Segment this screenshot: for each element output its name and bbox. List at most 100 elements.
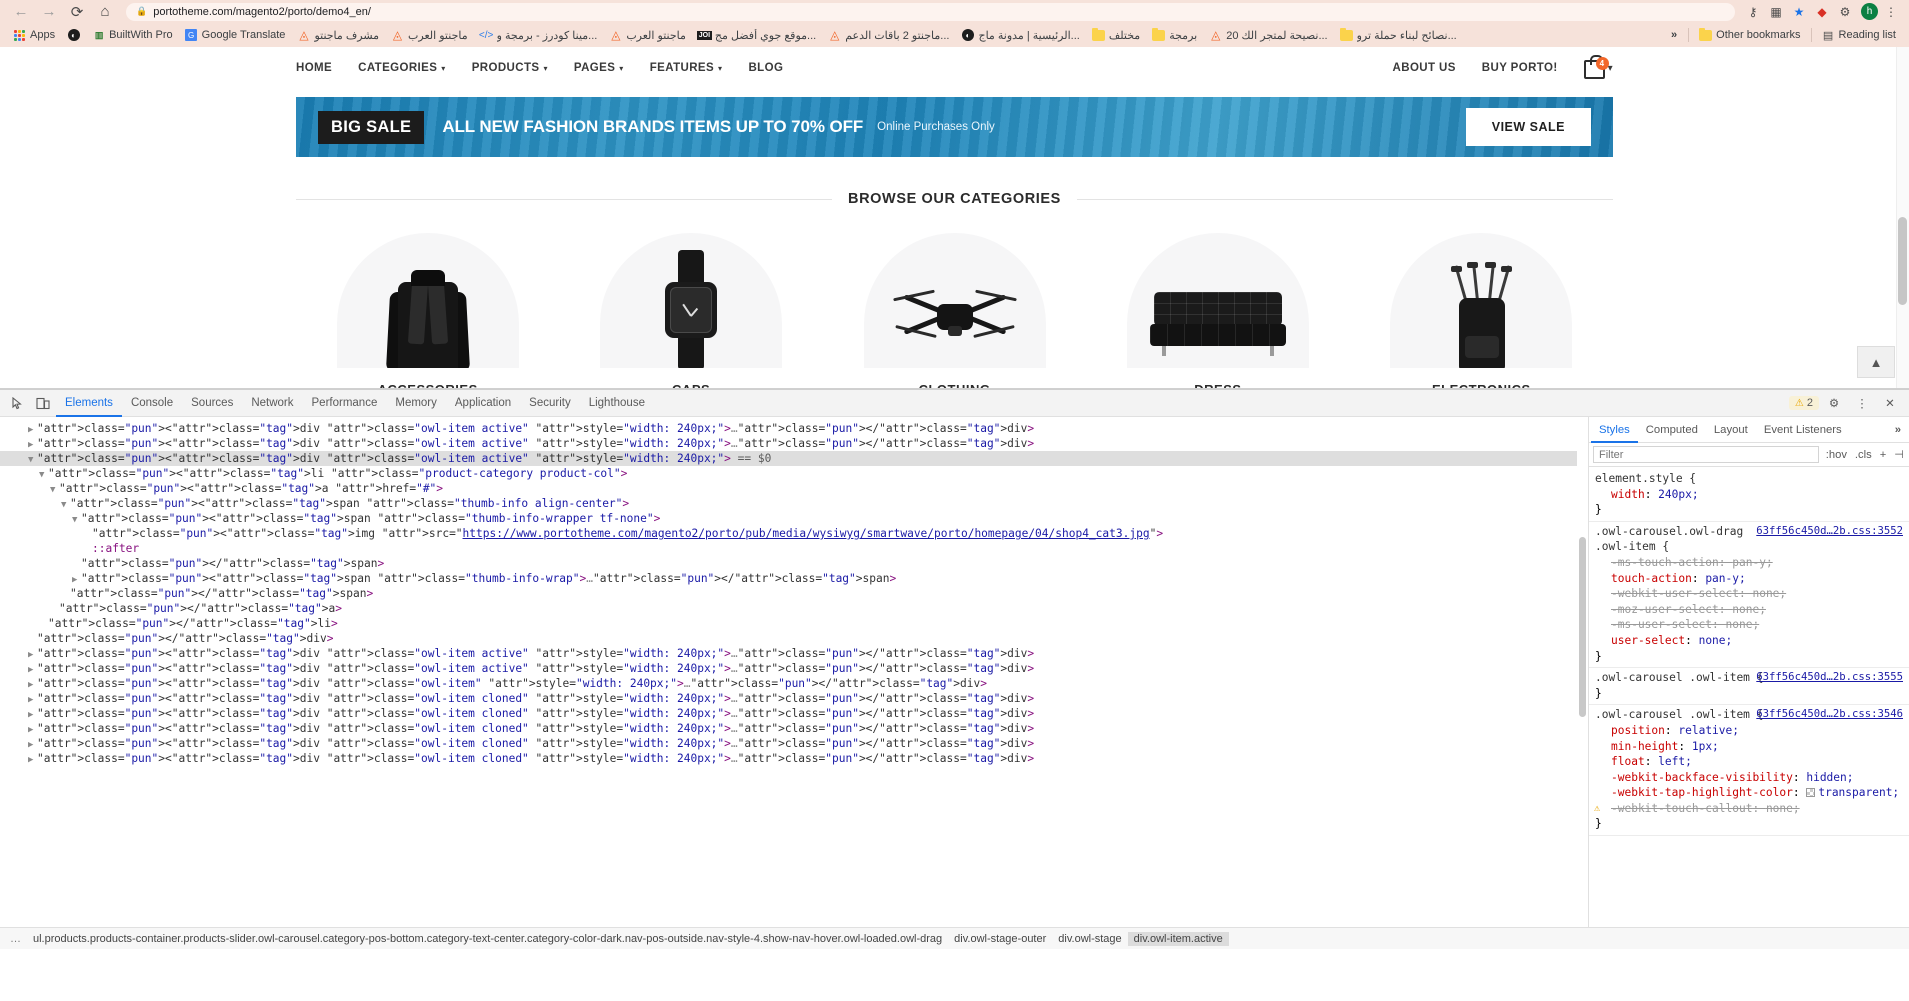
bookmark-folder-barmaga[interactable]: برمجة [1146, 27, 1203, 43]
scrollbar-thumb[interactable] [1898, 217, 1907, 305]
bookmark-mena-coders[interactable]: </> مينا كودرز - برمجة و... [474, 28, 604, 43]
dom-node-line[interactable]: ▶ "attr">class="pun"><"attr">class="tag">… [0, 421, 1588, 436]
bookmark-folder-mokhtalef[interactable]: مختلف [1086, 27, 1146, 43]
bookmark-magento-admin[interactable]: ◬ مشرف ماجنتو [291, 28, 385, 43]
category-item-accessories[interactable]: ACCESSORIES 3 PRODUCTS [296, 233, 559, 388]
style-selector[interactable]: element.style { [1589, 471, 1909, 487]
devtools-tab-lighthouse[interactable]: Lighthouse [580, 390, 654, 417]
avatar[interactable]: h [1861, 3, 1878, 20]
style-declaration[interactable]: -webkit-backface-visibility: hidden; [1589, 770, 1909, 786]
device-toolbar-icon[interactable] [30, 392, 56, 414]
styles-tab-layout[interactable]: Layout [1706, 417, 1756, 443]
dom-node-line[interactable]: ▼ "attr">class="pun"><"attr">class="tag">… [0, 511, 1588, 526]
dom-scrollbar[interactable] [1577, 417, 1588, 927]
dom-node-line[interactable]: "attr">class="pun"></"attr">class="tag">… [0, 556, 1588, 571]
dom-node-line[interactable]: ▶ "attr">class="pun"><"attr">class="tag">… [0, 691, 1588, 706]
bookmark-globe-1[interactable]: ◐ [61, 28, 86, 43]
nav-item-features[interactable]: FEATURES ▾ [650, 62, 723, 74]
devtools-tab-memory[interactable]: Memory [386, 390, 446, 417]
nav-item-categories[interactable]: CATEGORIES ▾ [358, 62, 446, 74]
bookmark-campaign-tips[interactable]: نصائح لبناء حملة ترو... [1334, 27, 1463, 43]
bookmark-google-translate[interactable]: G Google Translate [179, 28, 292, 43]
other-bookmarks-folder[interactable]: Other bookmarks [1693, 27, 1806, 43]
dom-node-line[interactable]: ▼ "attr">class="pun"><"attr">class="tag">… [0, 496, 1588, 511]
style-source-link[interactable]: 63ff56c450d…2b.css:3555 [1756, 670, 1903, 686]
forward-icon[interactable]: → [36, 2, 62, 22]
dom-node-line[interactable]: ▶ "attr">class="pun"><"attr">class="tag">… [0, 736, 1588, 751]
back-to-top-button[interactable]: ▲ [1857, 346, 1895, 378]
computed-sidebar-toggle-icon[interactable]: ⊣ [1893, 448, 1905, 461]
breadcrumb-overflow-icon[interactable]: … [4, 933, 27, 945]
styles-tab-event-listeners[interactable]: Event Listeners [1756, 417, 1850, 443]
styles-tab-styles[interactable]: Styles [1591, 417, 1638, 443]
reload-icon[interactable]: ⟳ [64, 2, 90, 22]
style-declaration[interactable]: -ms-touch-action: pan-y; [1589, 555, 1909, 571]
category-item-electronics[interactable]: ELECTRONICS 2 PRODUCTS [1350, 233, 1613, 388]
cart-button[interactable]: 4 ▾ [1583, 55, 1613, 79]
nav-item-about-us[interactable]: ABOUT US [1393, 62, 1456, 74]
bookmark-builtwith[interactable]: ▥ BuiltWith Pro [86, 28, 179, 43]
dom-node-line[interactable]: ▼ "attr">class="pun"><"attr">class="tag">… [0, 466, 1588, 481]
style-declaration[interactable]: position: relative; [1589, 723, 1909, 739]
devtools-tab-performance[interactable]: Performance [303, 390, 387, 417]
dom-node-line[interactable]: ▶ "attr">class="pun"><"attr">class="tag">… [0, 571, 1588, 586]
qr-code-icon[interactable]: ▦ [1766, 3, 1786, 21]
style-rule[interactable]: 63ff56c450d…2b.css:3555 .owl-carousel .ow… [1589, 668, 1909, 706]
dom-node-line[interactable]: ▶ "attr">class="pun"><"attr">class="tag">… [0, 436, 1588, 451]
style-rule[interactable]: element.style {width: 240px;} [1589, 469, 1909, 522]
dom-tree-pane[interactable]: ▶ "attr">class="pun"><"attr">class="tag">… [0, 417, 1589, 927]
style-declaration[interactable]: ⚠ -webkit-touch-callout: none; [1589, 801, 1909, 817]
bookmark-magento-support[interactable]: ◬ ماجنتو 2 باقات الدعم... [822, 28, 955, 43]
style-declaration[interactable]: -webkit-user-select: none; [1589, 586, 1909, 602]
dom-node-line[interactable]: "attr">class="pun"></"attr">class="tag">… [0, 631, 1588, 646]
category-item-dress[interactable]: DRESS 4 PRODUCTS [1086, 233, 1349, 388]
bookmarks-overflow-icon[interactable]: » [1664, 29, 1684, 41]
menu-icon[interactable]: ⋮ [1881, 3, 1901, 21]
extension-icon[interactable]: ◆ [1812, 3, 1832, 21]
nav-item-home[interactable]: HOME [296, 62, 332, 74]
styles-filter-input[interactable] [1593, 446, 1819, 463]
dom-node-line[interactable]: ▼ "attr">class="pun"><"attr">class="tag">… [0, 481, 1588, 496]
force-state-button[interactable]: :hov [1825, 449, 1848, 461]
dom-node-line[interactable]: ▶ "attr">class="pun"><"attr">class="tag">… [0, 646, 1588, 661]
devtools-close-icon[interactable]: ✕ [1877, 392, 1903, 414]
dom-node-line[interactable]: "attr">class="pun"><"attr">class="tag">i… [0, 526, 1588, 541]
style-declaration[interactable]: -webkit-tap-highlight-color: transparent… [1589, 785, 1909, 801]
dom-node-line[interactable]: ▼ "attr">class="pun"><"attr">class="tag">… [0, 451, 1588, 466]
style-rule[interactable]: 63ff56c450d…2b.css:3552 .owl-carousel.owl… [1589, 522, 1909, 669]
devtools-tab-security[interactable]: Security [520, 390, 580, 417]
devtools-tab-sources[interactable]: Sources [182, 390, 242, 417]
style-source-link[interactable]: 63ff56c450d…2b.css:3552 [1756, 524, 1903, 540]
style-source-link[interactable]: 63ff56c450d…2b.css:3546 [1756, 707, 1903, 723]
style-rule[interactable]: 63ff56c450d…2b.css:3546 .owl-carousel .ow… [1589, 705, 1909, 837]
back-icon[interactable]: ← [8, 2, 34, 22]
dom-node-line[interactable]: ▶ "attr">class="pun"><"attr">class="tag">… [0, 751, 1588, 766]
star-icon[interactable]: ★ [1789, 3, 1809, 21]
devtools-tab-console[interactable]: Console [122, 390, 182, 417]
nav-item-blog[interactable]: BLOG [748, 62, 783, 74]
dom-node-line[interactable]: "attr">class="pun"></"attr">class="tag">… [0, 601, 1588, 616]
style-declaration[interactable]: -ms-user-select: none; [1589, 617, 1909, 633]
dom-node-line[interactable]: "attr">class="pun"></"attr">class="tag">… [0, 616, 1588, 631]
style-declaration[interactable]: width: 240px; [1589, 487, 1909, 503]
breadcrumb-item-owl-stage-outer[interactable]: div.owl-stage-outer [948, 932, 1052, 946]
devtools-settings-icon[interactable]: ⚙ [1821, 392, 1847, 414]
bookmark-magento-arab-1[interactable]: ◬ ماجنتو العرب [385, 28, 474, 43]
styles-tabs-overflow-icon[interactable]: » [1895, 424, 1909, 436]
reading-list-button[interactable]: ▤ Reading list [1816, 28, 1902, 43]
style-declaration[interactable]: float: left; [1589, 754, 1909, 770]
bookmark-magento-blog[interactable]: ◐ الرئيسية | مدونة ماج... [955, 28, 1085, 43]
element-classes-button[interactable]: .cls [1854, 449, 1873, 461]
dom-node-line[interactable]: "attr">class="pun"></"attr">class="tag">… [0, 586, 1588, 601]
home-icon[interactable]: ⌂ [92, 2, 118, 22]
key-icon[interactable]: ⚷ [1743, 3, 1763, 21]
dom-node-line[interactable]: ::after [0, 541, 1588, 556]
dom-node-line[interactable]: ▶ "attr">class="pun"><"attr">class="tag">… [0, 721, 1588, 736]
breadcrumb-item-owl-item-active[interactable]: div.owl-item.active [1127, 931, 1229, 946]
styles-tab-computed[interactable]: Computed [1638, 417, 1706, 443]
category-item-clothing[interactable]: CLOTHING 4 PRODUCTS [823, 233, 1086, 388]
nav-item-products[interactable]: PRODUCTS ▾ [472, 62, 548, 74]
bookmark-joi[interactable]: JOI موقع جوي أفضل مج... [692, 28, 822, 43]
style-declaration[interactable]: min-height: 1px; [1589, 739, 1909, 755]
dom-node-line[interactable]: ▶ "attr">class="pun"><"attr">class="tag">… [0, 706, 1588, 721]
